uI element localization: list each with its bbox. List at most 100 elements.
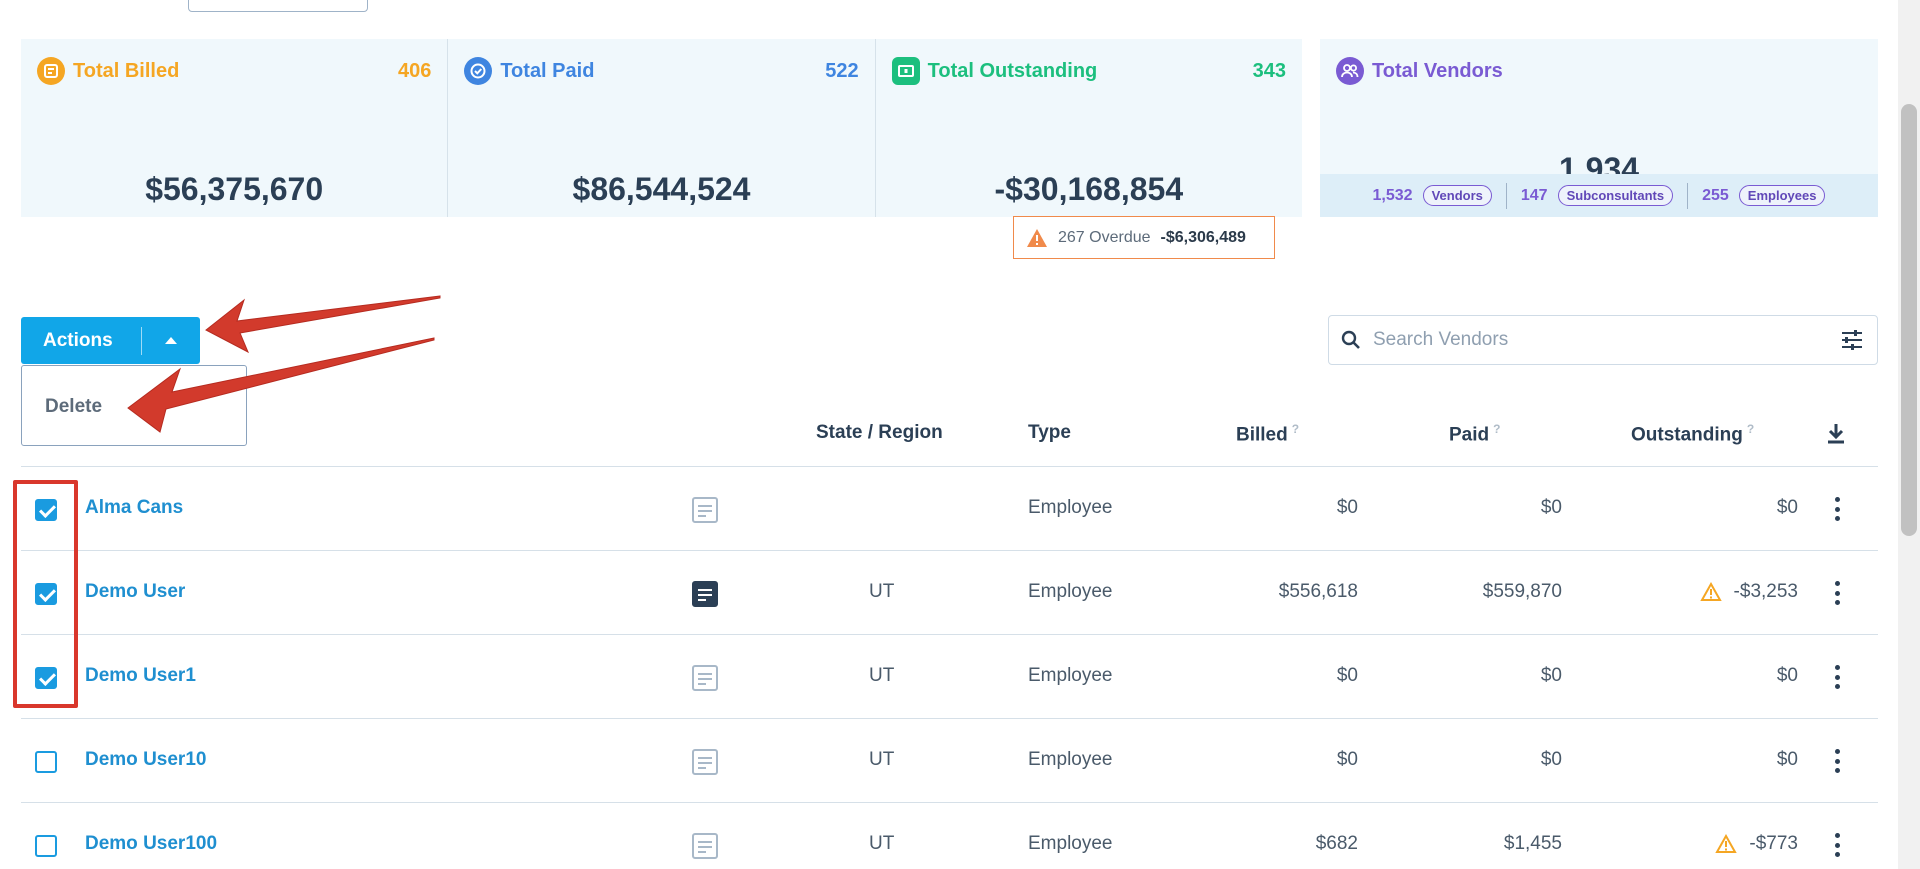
search-icon [1329,329,1373,351]
total-paid-card[interactable]: Total Paid 522 $86,544,524 [448,39,876,217]
row-checkbox[interactable] [35,751,57,773]
vendor-name-link[interactable]: Demo User [85,581,185,603]
outstanding-value: $0 [1776,665,1798,686]
overdue-badge[interactable]: 267 Overdue -$6,306,489 [1013,216,1275,259]
more-options-icon[interactable] [1835,665,1841,689]
state-cell: UT [869,749,895,770]
paid-cell: $0 [1540,665,1562,686]
type-cell: Employee [1028,749,1113,770]
warning-icon [1699,582,1722,601]
billed-cell: $0 [1336,497,1358,518]
col-paid-label: Paid [1449,424,1490,446]
total-outstanding-value: -$30,168,854 [994,171,1184,207]
total-billed-value: $56,375,670 [145,171,324,207]
total-billed-count: 406 [397,59,432,82]
paid-cell: $559,870 [1482,581,1562,602]
more-options-icon[interactable] [1835,833,1841,857]
note-icon[interactable] [692,833,718,859]
actions-label: Actions [43,329,113,351]
col-billed[interactable]: Billed? [1236,422,1299,446]
state-cell: UT [869,665,895,686]
billed-cell: $682 [1315,833,1358,854]
summary-cards: Total Billed 406 $56,375,670 Total Paid … [21,39,1302,217]
note-icon[interactable] [692,497,718,523]
total-billed-title: Total Billed [73,59,180,82]
download-icon[interactable] [1826,422,1846,450]
search-vendors[interactable] [1328,315,1878,365]
warning-icon [1026,228,1048,248]
top-control-partial[interactable] [188,0,368,12]
billed-cell: $0 [1336,749,1358,770]
scrollbar-thumb[interactable] [1901,104,1917,536]
outstanding-value: $0 [1776,497,1798,518]
outstanding-value: -$3,253 [1733,581,1798,602]
vendors-page: Total Billed 406 $56,375,670 Total Paid … [0,0,1920,869]
row-checkbox[interactable] [35,835,57,857]
help-icon[interactable]: ? [1292,422,1299,436]
note-icon[interactable] [692,665,718,691]
table-row[interactable]: Demo User10 UT Employee $0 $0 $0 [21,719,1878,803]
breakdown-count: 147 [1520,186,1548,204]
vendor-name-link[interactable]: Demo User10 [85,749,206,771]
type-cell: Employee [1028,581,1113,602]
outstanding-value: -$773 [1749,833,1798,854]
type-cell: Employee [1028,833,1113,854]
outstanding-cell: -$773 [1715,833,1798,855]
breakdown-pill: Employees [1738,185,1826,206]
selection-highlight-box [13,480,78,708]
billed-cell: $0 [1336,665,1358,686]
table-header: State / Region Type Billed? Paid? Outsta… [21,400,1878,467]
help-icon[interactable]: ? [1747,422,1754,436]
breakdown-subconsultants[interactable]: 147 Subconsultants [1507,182,1689,209]
more-options-icon[interactable] [1835,497,1841,521]
table-row[interactable]: Demo User1 UT Employee $0 $0 $0 [21,635,1878,719]
breakdown-vendors[interactable]: 1,532 Vendors [1359,182,1507,209]
vendors-breakdown: 1,532 Vendors 147 Subconsultants 255 Emp… [1320,174,1878,217]
caret-up-icon[interactable] [142,337,200,344]
more-options-icon[interactable] [1835,581,1841,605]
total-vendors-card[interactable]: Total Vendors 1,934 1,532 Vendors 147 Su… [1320,39,1878,217]
total-billed-card[interactable]: Total Billed 406 $56,375,670 [21,39,449,217]
actions-button[interactable]: Actions [21,317,200,364]
type-cell: Employee [1028,665,1113,686]
total-paid-value: $86,544,524 [572,171,751,207]
breakdown-pill: Vendors [1422,185,1492,206]
arrow-to-actions [205,295,441,354]
vendor-name-link[interactable]: Demo User100 [85,833,217,855]
total-outstanding-card[interactable]: Total Outstanding 343 -$30,168,854 [876,39,1302,217]
note-icon[interactable] [692,749,718,775]
invoice-icon [37,57,65,85]
search-input[interactable] [1373,329,1827,351]
col-outstanding[interactable]: Outstanding? [1631,422,1754,446]
check-circle-icon [464,57,493,85]
outstanding-cell: $0 [1777,497,1798,519]
users-icon [1336,57,1364,85]
vendor-name-link[interactable]: Demo User1 [85,665,196,687]
state-cell: UT [869,581,895,602]
outstanding-cell: -$3,253 [1699,581,1798,603]
help-icon[interactable]: ? [1493,422,1500,436]
note-filled-icon[interactable] [692,581,718,607]
col-outstanding-label: Outstanding [1631,424,1743,446]
col-billed-label: Billed [1236,424,1288,446]
col-type[interactable]: Type [1028,422,1071,444]
total-outstanding-title: Total Outstanding [927,59,1098,82]
breakdown-employees[interactable]: 255 Employees [1688,183,1839,209]
outstanding-cell: $0 [1777,665,1798,687]
table-row[interactable]: Demo User100 UT Employee $682 $1,455 -$7… [21,803,1878,869]
paid-cell: $0 [1540,749,1562,770]
vendor-name-link[interactable]: Alma Cans [85,497,183,519]
overdue-count: 267 Overdue [1058,228,1151,246]
col-paid[interactable]: Paid? [1449,422,1500,446]
total-vendors-title: Total Vendors [1372,59,1503,82]
col-state[interactable]: State / Region [816,422,943,444]
total-outstanding-count: 343 [1252,59,1286,82]
table-row[interactable]: Alma Cans Employee $0 $0 $0 [21,467,1878,551]
scrollbar[interactable] [1898,0,1920,869]
table-row[interactable]: Demo User UT Employee $556,618 $559,870 … [21,551,1878,635]
type-cell: Employee [1028,497,1113,518]
filter-sliders-icon[interactable] [1827,329,1877,351]
more-options-icon[interactable] [1835,749,1841,773]
breakdown-pill: Subconsultants [1557,185,1674,206]
overdue-amount: -$6,306,489 [1160,228,1246,246]
